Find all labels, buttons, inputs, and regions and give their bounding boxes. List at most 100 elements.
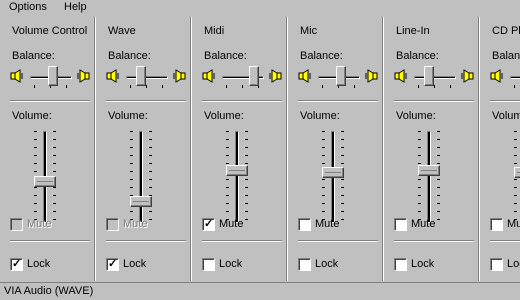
lock-box[interactable] xyxy=(394,258,407,271)
menu-help[interactable]: Help xyxy=(61,0,90,15)
balance-track xyxy=(510,76,520,79)
mute-box[interactable] xyxy=(394,218,407,231)
divider xyxy=(106,240,186,242)
mute-box[interactable]: ✓ xyxy=(202,218,215,231)
volume-label: Volume: xyxy=(204,110,244,122)
volume-ticks xyxy=(130,131,133,223)
channel-separator xyxy=(94,17,96,281)
speaker-right-icon xyxy=(364,69,378,83)
channel-separator xyxy=(478,17,480,281)
divider xyxy=(106,100,186,102)
channel-cd-player: CD Player Balance: Volume: Mute Lock xyxy=(480,17,520,281)
balance-slider[interactable] xyxy=(249,66,259,86)
balance-slider[interactable] xyxy=(136,66,146,86)
check-icon: ✓ xyxy=(204,218,214,230)
channel-separator xyxy=(286,17,288,281)
lock-label: Lock xyxy=(27,258,51,270)
divider xyxy=(298,100,378,102)
balance-label: Balance: xyxy=(12,50,55,62)
mute-label: Mute xyxy=(123,218,148,230)
check-icon: ✓ xyxy=(108,258,118,270)
balance-slider[interactable] xyxy=(48,66,58,86)
balance-label: Balance: xyxy=(300,50,343,62)
channel-mic: Mic Balance: Volume: Mute Lock xyxy=(288,17,384,281)
divider xyxy=(394,100,474,102)
mute-label: Mute xyxy=(315,218,340,230)
speaker-left-icon xyxy=(202,69,216,83)
channel-separator xyxy=(190,17,192,281)
lock-label: Lock xyxy=(123,258,147,270)
speaker-right-icon xyxy=(268,69,282,83)
lock-label: Lock xyxy=(411,258,435,270)
mute-box[interactable] xyxy=(490,218,503,231)
volume-track xyxy=(427,131,431,223)
volume-slider[interactable] xyxy=(130,196,152,207)
volume-slider[interactable] xyxy=(514,167,520,178)
status-text: VIA Audio (WAVE) xyxy=(4,285,94,297)
speaker-left-icon xyxy=(490,69,504,83)
speaker-left-icon xyxy=(394,69,408,83)
lock-label: Lock xyxy=(507,258,520,270)
balance-slider[interactable] xyxy=(336,66,346,86)
volume-label: Volume: xyxy=(12,110,52,122)
channel-title: Midi xyxy=(204,25,225,37)
check-icon: ✓ xyxy=(12,258,22,270)
volume-label: Volume: xyxy=(396,110,436,122)
channel-title: Volume Control xyxy=(12,25,88,37)
divider xyxy=(490,240,520,242)
volume-ticks xyxy=(149,131,152,223)
channel-title: Line-In xyxy=(396,25,430,37)
volume-label: Volume: xyxy=(300,110,340,122)
balance-slider[interactable] xyxy=(424,66,434,86)
volume-slider[interactable] xyxy=(418,165,440,176)
volume-label: Volume: xyxy=(108,110,148,122)
mute-label: Mute xyxy=(219,218,244,230)
channel-title: CD Player xyxy=(492,25,520,37)
divider xyxy=(202,100,282,102)
mute-label: Mute xyxy=(411,218,436,230)
speaker-left-icon xyxy=(10,69,24,83)
lock-label: Lock xyxy=(315,258,339,270)
mute-box xyxy=(10,218,23,231)
speaker-right-icon xyxy=(172,69,186,83)
balance-track xyxy=(126,76,168,79)
divider xyxy=(202,240,282,242)
lock-box[interactable] xyxy=(202,258,215,271)
volume-label: Volume: xyxy=(492,110,520,122)
volume-slider[interactable] xyxy=(226,165,248,176)
channel-separator xyxy=(382,17,384,281)
volume-ticks xyxy=(226,131,229,223)
status-bar: VIA Audio (WAVE) xyxy=(0,282,520,300)
channel-title: Mic xyxy=(300,25,318,37)
volume-ticks xyxy=(245,131,248,223)
balance-label: Balance: xyxy=(396,50,439,62)
mixer-panel: Volume Control Balance: Volume: Mute ✓ Lock Wa… xyxy=(0,17,520,281)
lock-box[interactable]: ✓ xyxy=(10,258,23,271)
menu-options[interactable]: Options xyxy=(6,0,50,15)
speaker-left-icon xyxy=(298,69,312,83)
speaker-left-icon xyxy=(106,69,120,83)
speaker-right-icon xyxy=(76,69,90,83)
lock-box[interactable] xyxy=(298,258,311,271)
volume-slider[interactable] xyxy=(34,176,56,187)
lock-box[interactable]: ✓ xyxy=(106,258,119,271)
mute-label: Mute xyxy=(27,218,52,230)
channel-midi: Midi Balance: Volume: ✓ Mute Lock xyxy=(192,17,288,281)
balance-label: Balance: xyxy=(204,50,247,62)
divider xyxy=(10,240,90,242)
speaker-right-icon xyxy=(460,69,474,83)
mute-box[interactable] xyxy=(298,218,311,231)
channel-wave: Wave Balance: Volume: Mute ✓ Lock xyxy=(96,17,192,281)
lock-label: Lock xyxy=(219,258,243,270)
lock-box[interactable] xyxy=(490,258,503,271)
channel-line-in: Line-In Balance: Volume: Mute Lock xyxy=(384,17,480,281)
divider xyxy=(10,100,90,102)
volume-slider[interactable] xyxy=(322,167,344,178)
divider xyxy=(298,240,378,242)
balance-label: Balance: xyxy=(492,50,520,62)
volume-track xyxy=(139,131,143,223)
divider xyxy=(394,240,474,242)
channel-volume-control: Volume Control Balance: Volume: Mute ✓ Lock xyxy=(0,17,96,281)
balance-label: Balance: xyxy=(108,50,151,62)
mute-label: Mute xyxy=(507,218,520,230)
